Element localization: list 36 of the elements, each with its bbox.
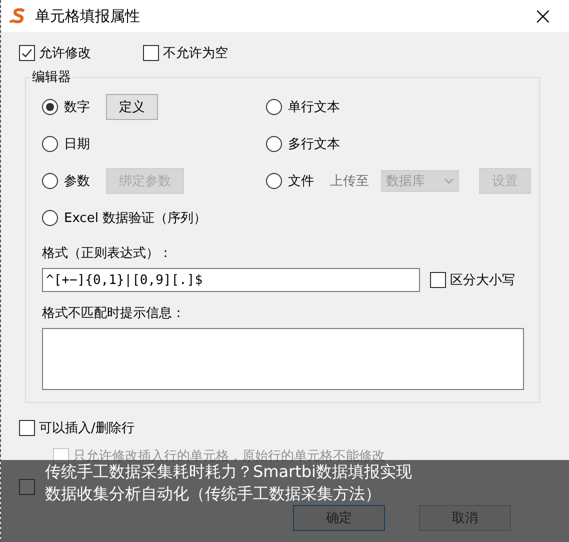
hint-message-field[interactable] xyxy=(42,328,524,390)
checkbox[interactable] xyxy=(430,272,446,288)
radio-label: 多行文本 xyxy=(288,136,340,153)
checkbox-label: 区分大小写 xyxy=(450,272,515,289)
checkbox-label: 可以插入/删除行 xyxy=(39,420,134,437)
checkbox[interactable] xyxy=(143,45,159,61)
window-title: 单元格填报属性 xyxy=(35,6,141,26)
radio-label: Excel 数据验证（序列） xyxy=(64,210,207,227)
radio-label: 数字 xyxy=(64,99,90,116)
checkbox[interactable] xyxy=(19,45,35,61)
group-title: 编辑器 xyxy=(31,69,72,86)
radio-button[interactable] xyxy=(42,173,58,189)
radio-button[interactable] xyxy=(42,136,58,152)
radio-label: 文件 xyxy=(288,173,314,190)
format-label: 格式（正则表达式）： xyxy=(42,245,173,262)
radio-button[interactable] xyxy=(42,210,58,226)
close-button[interactable]: × xyxy=(524,2,561,30)
chevron-down-icon xyxy=(444,178,454,184)
caption-text: 传统手工数据采集耗时耗力？Smartbi数据填报实现 xyxy=(45,462,412,482)
checkbox-label: 不允许为空 xyxy=(163,45,228,62)
radio-button[interactable] xyxy=(42,99,58,115)
radio-button[interactable] xyxy=(266,99,282,115)
checkbox[interactable] xyxy=(19,420,35,436)
radio-label: 参数 xyxy=(64,173,90,190)
caption-text: 数据收集分析自动化（传统手工数据采集方法） xyxy=(45,484,381,504)
upload-label: 上传至 xyxy=(330,173,369,190)
radio-label: 单行文本 xyxy=(288,99,340,116)
checkbox-label: 允许修改 xyxy=(39,45,91,62)
define-button[interactable]: 定义 xyxy=(106,94,158,120)
radio-button[interactable] xyxy=(266,173,282,189)
check-icon xyxy=(21,47,33,59)
radio-button[interactable] xyxy=(266,136,282,152)
hint-label: 格式不匹配时提示信息： xyxy=(42,305,186,322)
app-logo-icon xyxy=(9,8,27,24)
format-field[interactable]: ^[+−]{0,1}|[0,9][.]$ xyxy=(42,268,420,292)
radio-label: 日期 xyxy=(64,136,90,153)
